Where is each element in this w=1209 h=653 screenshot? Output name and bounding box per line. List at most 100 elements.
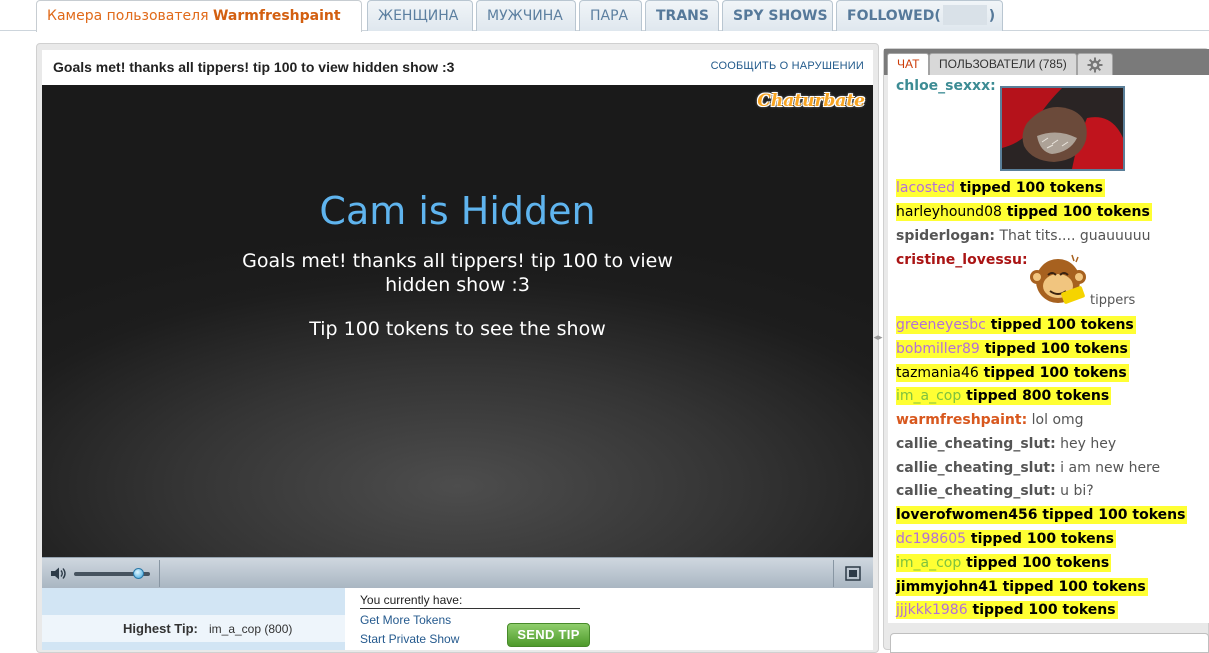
chat-message: chloe_sexxx:: [896, 77, 996, 95]
chat-text: u bi?: [1060, 483, 1094, 499]
followed-count-mask: [942, 5, 987, 25]
chat-username[interactable]: loverofwomen456: [896, 507, 1037, 523]
chat-username[interactable]: im_a_cop: [896, 555, 961, 571]
player-controls: [42, 557, 873, 588]
tab-couple[interactable]: ПАРА: [579, 0, 642, 31]
tab-user-cam[interactable]: Камера пользователя Warmfreshpaint: [36, 0, 362, 32]
emote-caption: tippers: [1090, 293, 1136, 308]
chat-image-graphic: [1002, 88, 1123, 169]
chat-text: tipped 100 tokens: [966, 555, 1110, 571]
chat-text: hey hey: [1060, 436, 1117, 452]
top-tab-bar: Камера пользователя Warmfreshpaint ЖЕНЩИ…: [0, 0, 1209, 32]
start-private-show-link[interactable]: Start Private Show: [360, 632, 459, 646]
report-abuse-link[interactable]: СООБЩИТЬ О НАРУШЕНИИ: [711, 60, 864, 72]
chat-settings-tab[interactable]: [1077, 53, 1113, 75]
chat-text: i am new here: [1060, 460, 1161, 476]
chat-username[interactable]: spiderlogan:: [896, 228, 995, 244]
info-row: [42, 588, 345, 615]
chat-text: tipped 100 tokens: [970, 531, 1114, 547]
tab-followed-label: FOLLOWED(: [847, 8, 941, 24]
chat-messages[interactable]: chloe_sexxx: lacosted tipped 100 tokens …: [888, 75, 1209, 623]
chat-text: tipped 100 tokens: [983, 365, 1127, 381]
chat-username[interactable]: warmfreshpaint:: [896, 412, 1027, 428]
tab-followed[interactable]: FOLLOWED(): [836, 0, 1003, 31]
chat-image: [1000, 86, 1125, 171]
chat-message: cristine_lovessu:: [896, 251, 1028, 269]
tab-male[interactable]: МУЖЧИНА: [476, 0, 576, 31]
chat-message: greeneyesbc tipped 100 tokens: [896, 316, 1136, 334]
chat-message: harleyhound08 tipped 100 tokens: [896, 203, 1152, 221]
chat-message: im_a_cop tipped 800 tokens: [896, 387, 1112, 405]
tab-female[interactable]: ЖЕНЩИНА: [367, 0, 473, 31]
chat-text: tipped 100 tokens: [1042, 507, 1186, 523]
cam-hidden-title: Cam is Hidden: [319, 189, 596, 233]
chat-message: loverofwomen456 tipped 100 tokens: [896, 506, 1188, 524]
tab-followed-suffix: ): [988, 8, 996, 24]
cam-hidden-message: Goals met! thanks all tippers! tip 100 t…: [242, 250, 673, 296]
chat-text: That tits.... guauuuuu: [999, 228, 1151, 244]
tab-spy-shows[interactable]: SPY SHOWS: [722, 0, 833, 31]
control-divider: [159, 560, 160, 587]
chat-message: callie_cheating_slut: i am new here: [896, 459, 1160, 477]
tab-user-cam-username: Warmfreshpaint: [212, 8, 341, 24]
chat-username[interactable]: dc198605: [896, 531, 966, 547]
chat-message: callie_cheating_slut: u bi?: [896, 482, 1094, 500]
cam-tip-prompt: Tip 100 tokens to see the show: [309, 318, 606, 340]
monkey-emoticon: [1030, 254, 1086, 304]
info-row: [42, 642, 345, 650]
chat-message: spiderlogan: That tits.... guauuuuu: [896, 227, 1151, 245]
video-player[interactable]: Chaturbate Cam is Hidden Goals met! than…: [42, 85, 873, 557]
get-more-tokens-link[interactable]: Get More Tokens: [360, 613, 451, 627]
chat-message: dc198605 tipped 100 tokens: [896, 530, 1116, 548]
chat-message: im_a_cop tipped 100 tokens: [896, 554, 1112, 572]
room-title-bar: Goals met! thanks all tippers! tip 100 t…: [42, 50, 873, 85]
chat-text: tipped 100 tokens: [1002, 579, 1146, 595]
chat-message: jimmyjohn41 tipped 100 tokens: [896, 578, 1148, 596]
volume-slider-knob[interactable]: [132, 568, 144, 579]
send-tip-button[interactable]: SEND TIP: [507, 623, 590, 647]
control-divider: [833, 560, 834, 587]
gear-icon: [1087, 57, 1103, 73]
chat-text: tipped 800 tokens: [966, 388, 1110, 404]
highest-tip-label: Highest Tip:: [123, 621, 198, 636]
chat-text: lol omg: [1031, 412, 1084, 428]
chat-text: tipped 100 tokens: [1006, 204, 1150, 220]
chat-message: tazmania46 tipped 100 tokens: [896, 364, 1129, 382]
chat-text: tipped 100 tokens: [959, 180, 1103, 196]
chat-username[interactable]: harleyhound08: [896, 204, 1002, 220]
chat-message: callie_cheating_slut: hey hey: [896, 435, 1116, 453]
chat-username[interactable]: callie_cheating_slut:: [896, 436, 1056, 452]
tip-panel: You currently have: Get More Tokens Star…: [345, 588, 873, 650]
chat-username[interactable]: greeneyesbc: [896, 317, 986, 333]
tab-chat[interactable]: ЧАТ: [887, 53, 930, 75]
chat-username[interactable]: bobmiller89: [896, 341, 980, 357]
tab-trans[interactable]: TRANS: [645, 0, 719, 31]
chat-username[interactable]: callie_cheating_slut:: [896, 483, 1056, 499]
chat-username[interactable]: jjjkkk1986: [896, 602, 968, 618]
chat-message: warmfreshpaint: lol omg: [896, 411, 1084, 429]
chat-username[interactable]: lacosted: [896, 180, 955, 196]
chat-username[interactable]: cristine_lovessu:: [896, 252, 1028, 268]
room-subject: Goals met! thanks all tippers! tip 100 t…: [53, 59, 455, 75]
chat-message: bobmiller89 tipped 100 tokens: [896, 340, 1130, 358]
volume-icon[interactable]: [50, 566, 68, 581]
chat-text: tipped 100 tokens: [990, 317, 1134, 333]
room-info-panel: Highest Tip: im_a_cop (800): [42, 588, 345, 650]
tab-users[interactable]: ПОЛЬЗОВАТЕЛИ (785): [929, 53, 1077, 75]
highest-tip-value: im_a_cop (800): [209, 622, 293, 636]
chat-text: tipped 100 tokens: [972, 602, 1116, 618]
chat-username[interactable]: jimmyjohn41: [896, 579, 998, 595]
token-balance-label: You currently have:: [360, 593, 580, 609]
chat-message: jjjkkk1986 tipped 100 tokens: [896, 601, 1118, 619]
tab-user-cam-prefix: Камера пользователя: [47, 8, 209, 24]
chat-message: lacosted tipped 100 tokens: [896, 179, 1105, 197]
chat-username[interactable]: im_a_cop: [896, 388, 961, 404]
chat-username[interactable]: chloe_sexxx:: [896, 78, 996, 94]
chat-tab-bar: ЧАТ ПОЛЬЗОВАТЕЛИ (785): [884, 49, 1209, 75]
chat-input[interactable]: [890, 633, 1209, 653]
chaturbate-logo: Chaturbate: [757, 91, 865, 111]
chat-username[interactable]: tazmania46: [896, 365, 979, 381]
chat-username[interactable]: callie_cheating_slut:: [896, 460, 1056, 476]
fullscreen-icon[interactable]: [845, 566, 861, 581]
chat-text: tipped 100 tokens: [984, 341, 1128, 357]
